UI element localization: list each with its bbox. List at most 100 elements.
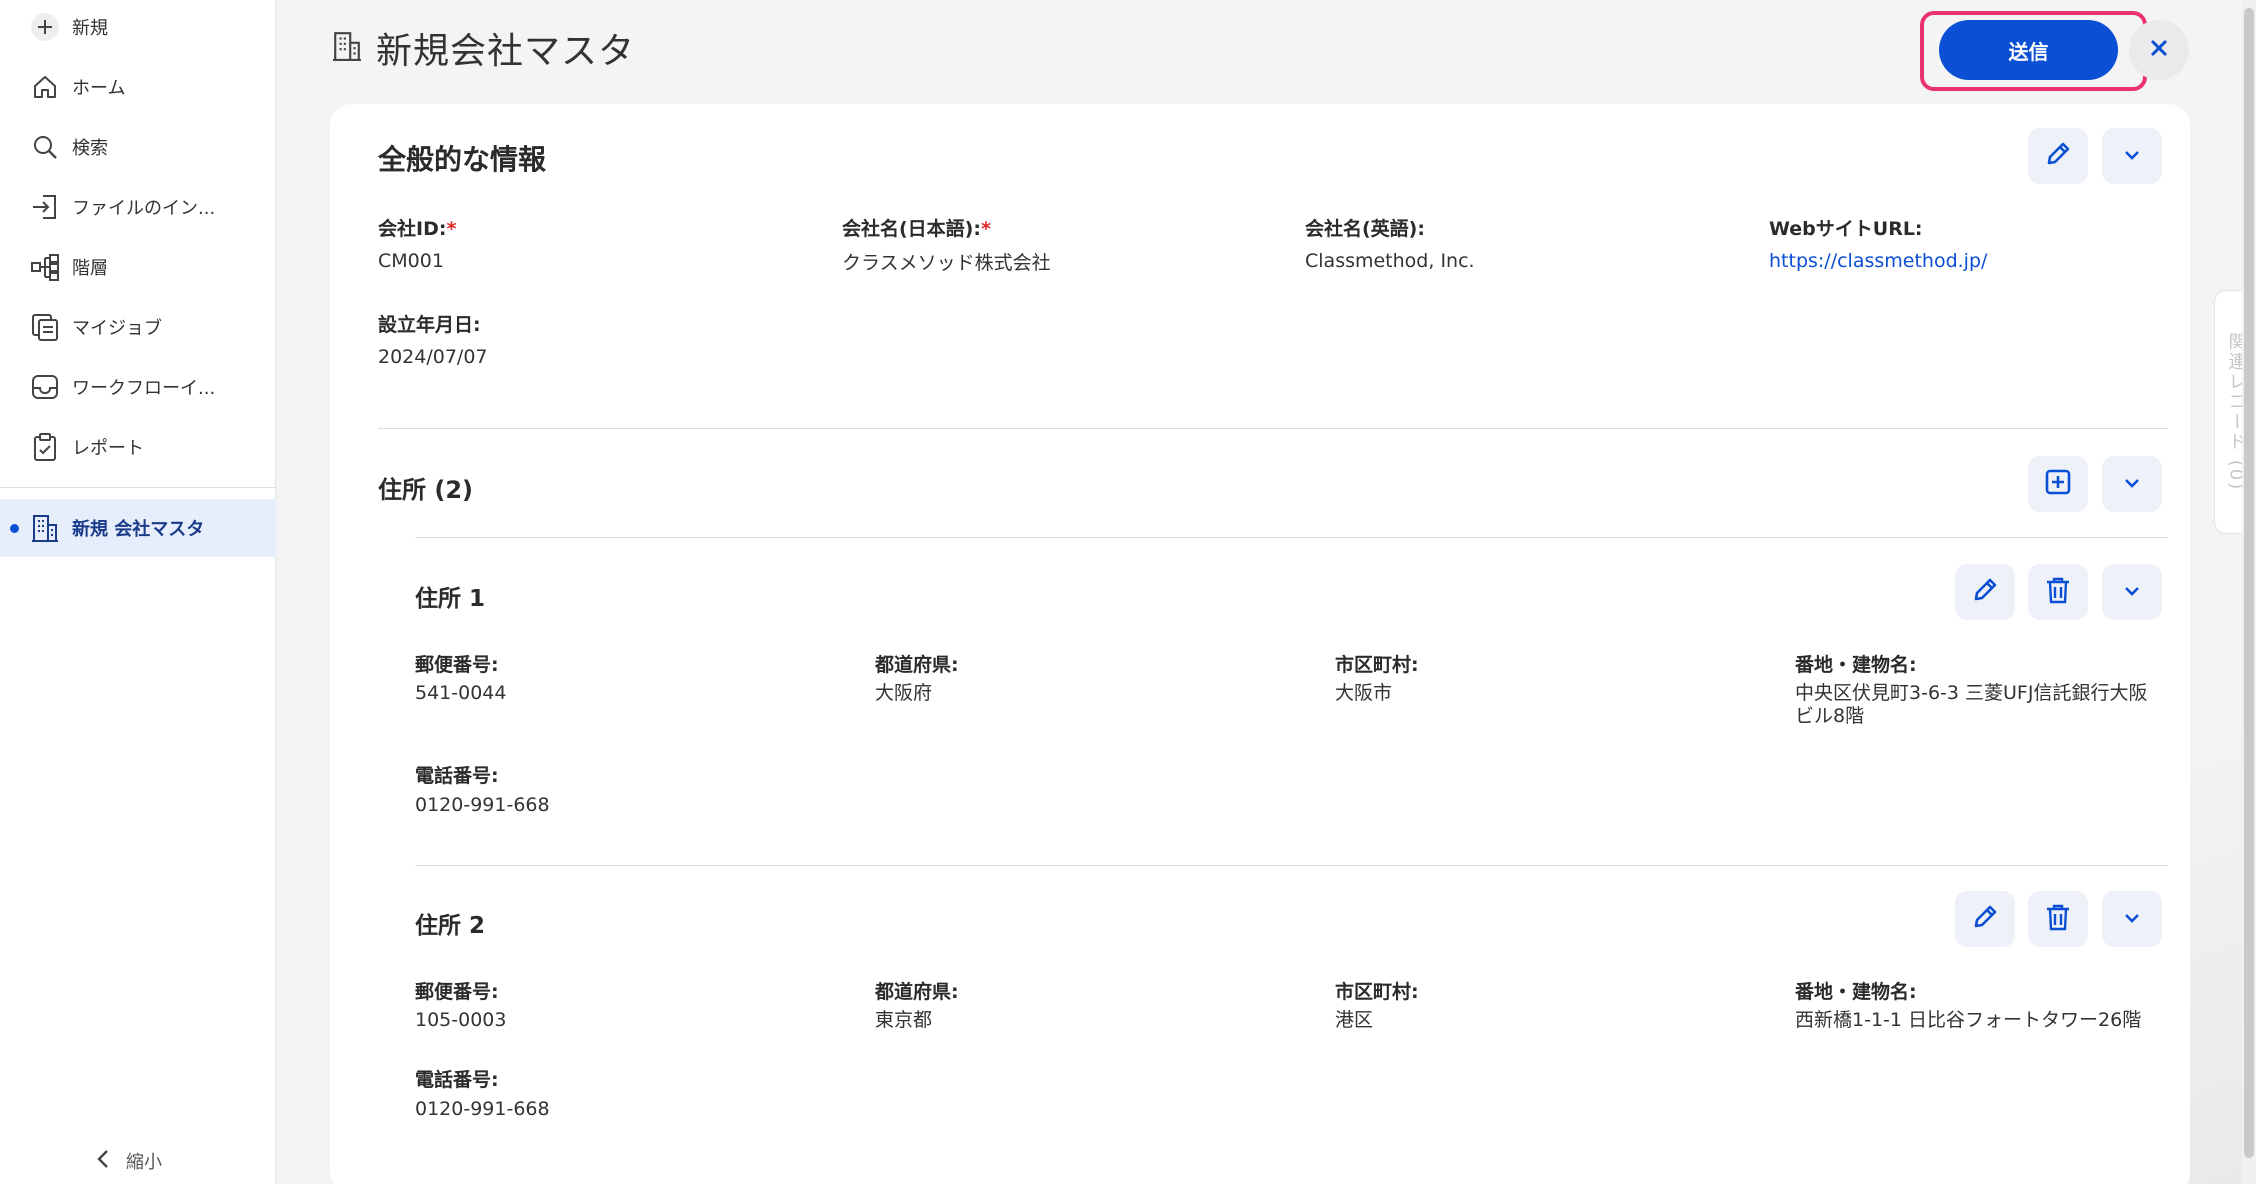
- pencil-icon: [1971, 903, 1999, 935]
- prefecture-label: 都道府県:: [875, 654, 959, 676]
- chevron-down-icon: [2122, 583, 2142, 602]
- collapse-label: 縮小: [126, 1152, 162, 1173]
- sidebar-item-label: ワークフローイ...: [72, 378, 216, 399]
- sidebar-collapse-button[interactable]: 縮小: [96, 1148, 162, 1174]
- phone-label: 電話番号:: [415, 765, 499, 787]
- city-label: 市区町村:: [1335, 654, 1419, 676]
- page-title-text: 新規会社マスタ: [376, 31, 636, 72]
- website-url-label: WebサイトURL:: [1769, 218, 1923, 240]
- report-icon: [28, 430, 62, 464]
- chevron-down-icon: [2122, 147, 2142, 166]
- phone-value: 0120-991-668: [415, 794, 550, 816]
- sidebar-item-label: レポート: [72, 438, 144, 459]
- sidebar-item-home[interactable]: ホーム: [0, 62, 276, 112]
- expand-address-1-button[interactable]: [2102, 564, 2162, 620]
- section-title-general: 全般的な情報: [378, 143, 547, 176]
- address-2-title: 住所 2: [415, 913, 486, 939]
- company-name-en-label: 会社名(英語):: [1305, 218, 1425, 240]
- prefecture-value: 東京都: [875, 1009, 933, 1031]
- section-title-addresses: 住所 (2): [378, 476, 473, 504]
- address-1-title: 住所 1: [415, 586, 486, 612]
- established-date-label: 設立年月日:: [378, 314, 481, 336]
- phone-value: 0120-991-668: [415, 1098, 550, 1120]
- street-line-1: 西新橋1-1-1 日比谷フォートタワー26階: [1795, 1009, 2142, 1031]
- building-icon: [332, 29, 362, 67]
- sidebar-item-hierarchy[interactable]: 階層: [0, 242, 276, 292]
- inbox-icon: [28, 370, 62, 404]
- sidebar: 新規 ホーム 検索 ファイルのイン... 階層 マイジョブ ワークフローイ...…: [0, 0, 276, 1184]
- plus-icon: [28, 10, 62, 44]
- expand-address-2-button[interactable]: [2102, 891, 2162, 947]
- postal-code-label: 郵便番号:: [415, 654, 499, 676]
- company-id-value: CM001: [378, 250, 444, 272]
- required-marker: *: [446, 218, 457, 240]
- close-icon: [2149, 38, 2169, 62]
- hierarchy-icon: [28, 250, 62, 284]
- submit-button[interactable]: 送信: [1939, 20, 2118, 80]
- sidebar-item-label: 新規 会社マスタ: [72, 519, 205, 540]
- street-line-1: 中央区伏見町3-6-3 三菱UFJ信託銀行大阪: [1795, 682, 2148, 704]
- company-name-ja-label: 会社名(日本語):*: [842, 214, 991, 241]
- street-label: 番地・建物名:: [1795, 654, 1917, 676]
- sidebar-item-label: マイジョブ: [72, 318, 162, 339]
- home-icon: [28, 70, 62, 104]
- sidebar-item-label: 検索: [72, 138, 108, 159]
- chevron-down-icon: [2122, 910, 2142, 929]
- pencil-icon: [1971, 576, 1999, 608]
- sidebar-item-reports[interactable]: レポート: [0, 422, 276, 472]
- trash-icon: [2045, 903, 2071, 935]
- city-value: 港区: [1335, 1009, 1374, 1031]
- pencil-icon: [2044, 140, 2072, 172]
- active-indicator: [10, 524, 19, 533]
- delete-address-2-button[interactable]: [2028, 891, 2088, 947]
- company-name-ja-value: クラスメソッド株式会社: [842, 252, 1051, 274]
- established-date-value: 2024/07/07: [378, 346, 488, 368]
- sidebar-item-label: 階層: [72, 258, 108, 279]
- import-icon: [28, 190, 62, 224]
- postal-code-value: 105-0003: [415, 1009, 507, 1031]
- street-line-2: ビル8階: [1795, 705, 1865, 727]
- page-title: 新規会社マスタ: [332, 22, 635, 74]
- phone-label: 電話番号:: [415, 1069, 499, 1091]
- sidebar-item-file-import[interactable]: ファイルのイン...: [0, 182, 276, 232]
- chevron-left-icon: [96, 1148, 110, 1174]
- city-value: 大阪市: [1335, 682, 1393, 704]
- postal-code-label: 郵便番号:: [415, 981, 499, 1003]
- prefecture-value: 大阪府: [875, 682, 933, 704]
- company-name-ja-label-text: 会社名(日本語):: [842, 218, 981, 240]
- sidebar-item-new-company-master[interactable]: 新規 会社マスタ: [0, 499, 276, 557]
- chevron-down-icon: [2122, 475, 2142, 494]
- street-label: 番地・建物名:: [1795, 981, 1917, 1003]
- search-icon: [28, 130, 62, 164]
- sidebar-item-label: 新規: [72, 18, 108, 39]
- add-address-button[interactable]: [2028, 456, 2088, 512]
- prefecture-label: 都道府県:: [875, 981, 959, 1003]
- edit-address-1-button[interactable]: [1955, 564, 2015, 620]
- expand-addresses-button[interactable]: [2102, 456, 2162, 512]
- edit-general-button[interactable]: [2028, 128, 2088, 184]
- sidebar-item-my-jobs[interactable]: マイジョブ: [0, 302, 276, 352]
- sidebar-item-label: ホーム: [72, 78, 126, 99]
- jobs-icon: [28, 310, 62, 344]
- sidebar-item-new[interactable]: 新規: [0, 2, 276, 52]
- form-card: 全般的な情報 会社ID:* CM001 会社名(日本語):* クラスメソッド株式…: [330, 104, 2190, 1184]
- sidebar-item-label: ファイルのイン...: [72, 198, 216, 219]
- company-id-label: 会社ID:*: [378, 214, 456, 241]
- scrollbar-thumb[interactable]: [2244, 8, 2254, 1158]
- postal-code-value: 541-0044: [415, 682, 507, 704]
- street-value: 中央区伏見町3-6-3 三菱UFJ信託銀行大阪 ビル8階: [1795, 682, 2165, 728]
- website-url-link[interactable]: https://classmethod.jp/: [1769, 250, 1987, 273]
- delete-address-1-button[interactable]: [2028, 564, 2088, 620]
- building-icon: [28, 511, 62, 545]
- company-name-en-value: Classmethod, Inc.: [1305, 250, 1475, 272]
- sidebar-item-search[interactable]: 検索: [0, 122, 276, 172]
- company-id-label-text: 会社ID:: [378, 218, 447, 240]
- sidebar-divider: [0, 487, 276, 488]
- sidebar-item-workflow-inbox[interactable]: ワークフローイ...: [0, 362, 276, 412]
- trash-icon: [2045, 576, 2071, 608]
- background-shade: [2190, 720, 2242, 1184]
- close-button[interactable]: [2129, 20, 2189, 80]
- city-label: 市区町村:: [1335, 981, 1419, 1003]
- expand-general-button[interactable]: [2102, 128, 2162, 184]
- edit-address-2-button[interactable]: [1955, 891, 2015, 947]
